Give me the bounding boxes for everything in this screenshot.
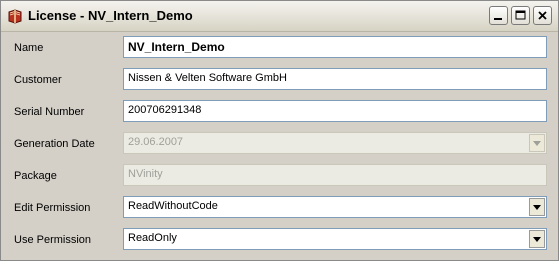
maximize-button[interactable]: [511, 6, 530, 25]
license-form: Name NV_Intern_Demo Customer Nissen & Ve…: [1, 32, 558, 260]
edit-permission-dropdown-button[interactable]: [529, 198, 545, 216]
customer-label: Customer: [14, 74, 62, 86]
customer-field[interactable]: Nissen & Velten Software GmbH: [123, 68, 547, 90]
use-permission-value: ReadOnly: [128, 232, 177, 244]
title-bar[interactable]: License - NV_Intern_Demo: [1, 1, 558, 32]
generation-date-dropdown: 29.06.2007: [123, 132, 547, 154]
use-permission-dropdown-button[interactable]: [529, 230, 545, 248]
maximize-icon: [515, 10, 526, 20]
chevron-down-icon: [533, 237, 541, 242]
edit-permission-value: ReadWithoutCode: [128, 200, 218, 212]
chevron-down-icon: [533, 141, 541, 146]
close-icon: [538, 11, 547, 20]
package-field: NVinity: [123, 164, 547, 186]
minimize-icon: [494, 18, 502, 20]
generation-date-label: Generation Date: [14, 138, 95, 150]
book-icon: [7, 8, 23, 24]
close-button[interactable]: [533, 6, 552, 25]
minimize-button[interactable]: [489, 6, 508, 25]
serial-number-label: Serial Number: [14, 106, 85, 118]
chevron-down-icon: [533, 205, 541, 210]
generation-date-dropdown-button: [529, 134, 545, 152]
name-field[interactable]: NV_Intern_Demo: [123, 36, 547, 58]
edit-permission-dropdown[interactable]: ReadWithoutCode: [123, 196, 547, 218]
generation-date-value: 29.06.2007: [128, 136, 184, 148]
package-label: Package: [14, 170, 57, 182]
edit-permission-label: Edit Permission: [14, 202, 91, 214]
serial-number-field[interactable]: 200706291348: [123, 100, 547, 122]
use-permission-label: Use Permission: [14, 234, 92, 246]
use-permission-dropdown[interactable]: ReadOnly: [123, 228, 547, 250]
name-label: Name: [14, 42, 44, 54]
window-title: License - NV_Intern_Demo: [28, 8, 193, 23]
license-window: License - NV_Intern_Demo Name NV_Intern_…: [0, 0, 559, 261]
